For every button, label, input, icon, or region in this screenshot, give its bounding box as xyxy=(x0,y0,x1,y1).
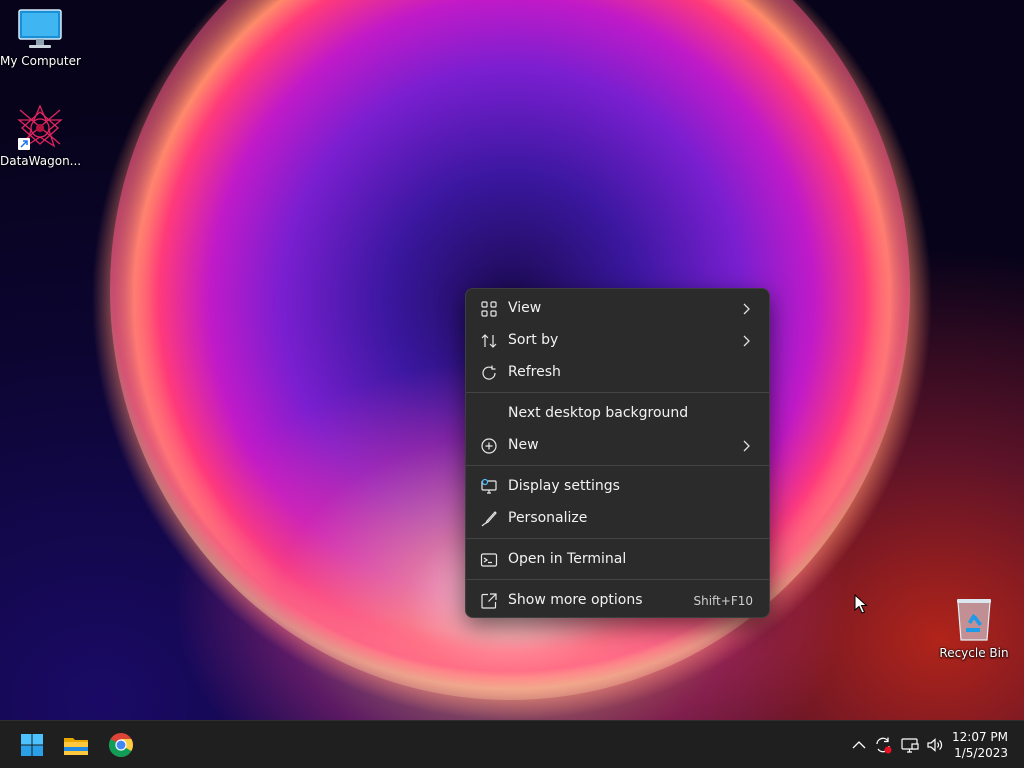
menu-item-shortcut: Shift+F10 xyxy=(693,594,753,608)
menu-item-new[interactable]: New xyxy=(470,431,765,461)
desktop-context-menu: View Sort by Refresh Next desktop backgr… xyxy=(465,288,770,618)
menu-item-personalize[interactable]: Personalize xyxy=(470,504,765,534)
chevron-right-icon xyxy=(741,438,751,454)
desktop-icon-label: Recycle Bin xyxy=(939,646,1009,660)
menu-item-label: View xyxy=(508,300,542,316)
menu-item-view[interactable]: View xyxy=(470,294,765,324)
desktop-icon-my-computer[interactable]: My Computer xyxy=(0,8,81,68)
clock-time: 12:07 PM xyxy=(952,730,1008,744)
monitor-icon xyxy=(17,8,63,50)
menu-item-label: Personalize xyxy=(508,510,588,526)
menu-item-show-more-options[interactable]: Show more options Shift+F10 xyxy=(470,586,765,616)
taskbar: 12:07 PM 1/5/2023 xyxy=(0,720,1024,768)
recycle-bin-icon xyxy=(954,596,994,642)
menu-item-label: Open in Terminal xyxy=(508,551,627,567)
terminal-icon xyxy=(480,551,498,569)
menu-item-label: Show more options xyxy=(508,592,643,608)
desktop-icon-label: DataWagon... xyxy=(0,154,82,168)
shortcut-arrow-icon xyxy=(18,138,30,150)
clock[interactable]: 12:07 PM 1/5/2023 xyxy=(952,729,1008,761)
menu-item-label: Next desktop background xyxy=(508,405,689,421)
chevron-right-icon xyxy=(741,301,751,317)
menu-item-next-desktop-background[interactable]: Next desktop background xyxy=(470,399,765,429)
desktop[interactable]: My Computer DataWagon... Recycle Bin Vie… xyxy=(0,0,1024,720)
desktop-icon-datawagon[interactable]: DataWagon... xyxy=(0,104,82,168)
chevron-right-icon xyxy=(741,333,751,349)
clock-date: 1/5/2023 xyxy=(954,746,1008,760)
sort-icon xyxy=(480,332,498,350)
file-explorer-icon[interactable] xyxy=(60,729,92,761)
desktop-icon-label: My Computer xyxy=(0,54,81,68)
mouse-cursor-icon xyxy=(854,594,868,614)
desktop-icon-recycle-bin[interactable]: Recycle Bin xyxy=(934,596,1014,660)
chevron-up-icon[interactable] xyxy=(849,735,869,755)
menu-separator xyxy=(466,392,769,393)
menu-item-open-in-terminal[interactable]: Open in Terminal xyxy=(470,545,765,575)
menu-item-label: Display settings xyxy=(508,478,620,494)
menu-item-refresh[interactable]: Refresh xyxy=(470,358,765,388)
menu-item-label: Refresh xyxy=(508,364,561,380)
network-icon[interactable] xyxy=(900,735,920,755)
chrome-icon[interactable] xyxy=(105,729,137,761)
volume-icon[interactable] xyxy=(925,735,945,755)
datawagon-app-icon xyxy=(16,104,64,150)
menu-separator xyxy=(466,538,769,539)
menu-item-label: New xyxy=(508,437,539,453)
grid-icon xyxy=(480,300,498,318)
windows-start-icon[interactable] xyxy=(16,729,48,761)
display-icon xyxy=(480,478,498,496)
refresh-icon xyxy=(480,364,498,382)
menu-item-display-settings[interactable]: Display settings xyxy=(470,472,765,502)
plus-circle-icon xyxy=(480,437,498,455)
menu-item-label: Sort by xyxy=(508,332,559,348)
brush-icon xyxy=(480,510,498,528)
menu-item-sort-by[interactable]: Sort by xyxy=(470,326,765,356)
sync-icon[interactable] xyxy=(873,735,893,755)
external-icon xyxy=(480,592,498,610)
menu-separator xyxy=(466,465,769,466)
menu-separator xyxy=(466,579,769,580)
